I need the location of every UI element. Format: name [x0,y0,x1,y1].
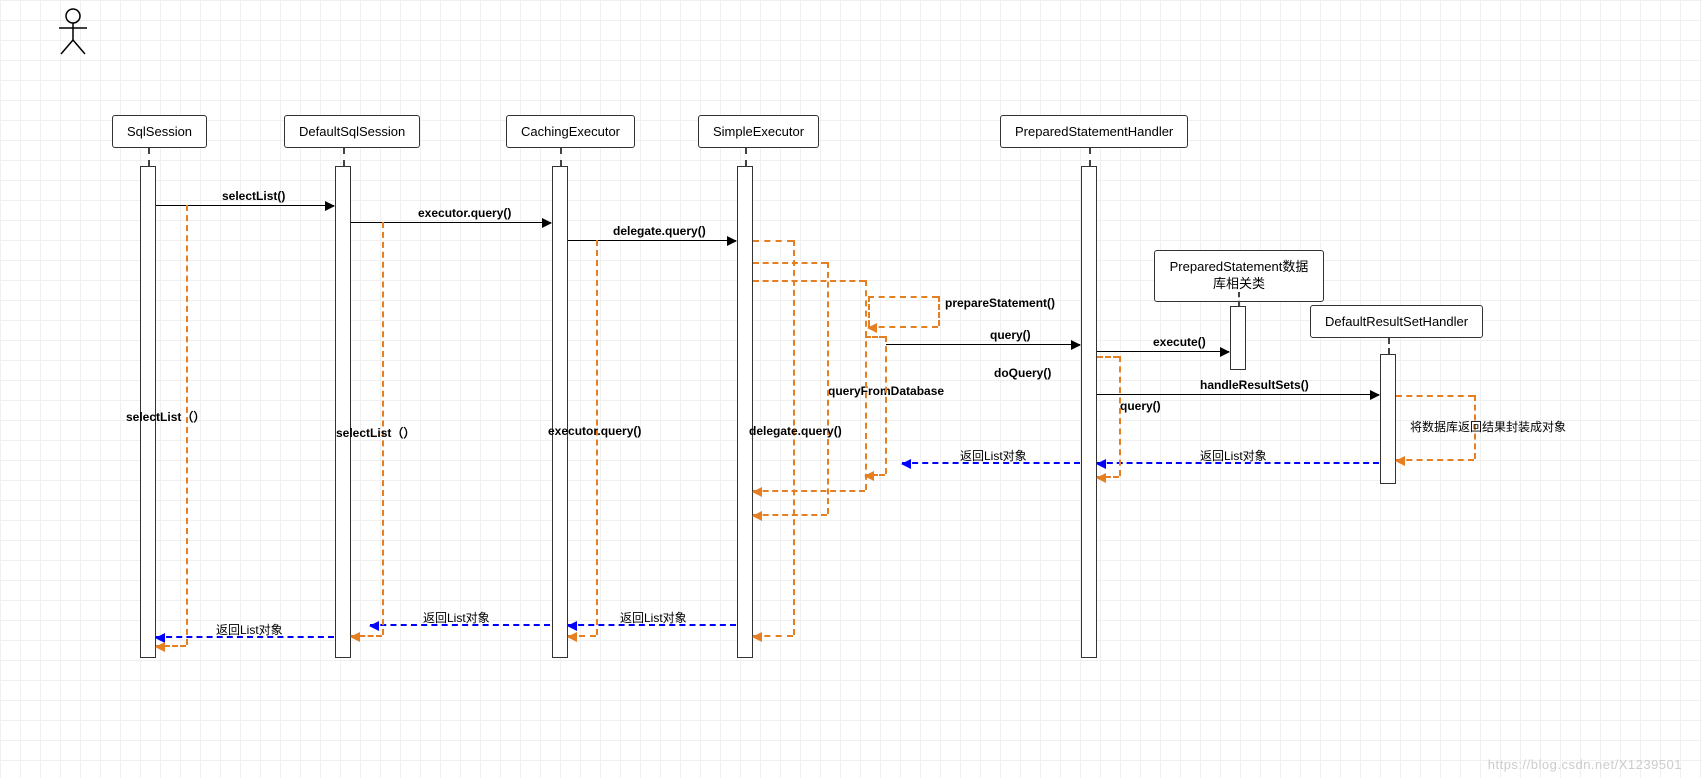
label-selectlist-ret-1: selectList（） [126,408,205,425]
watermark: https://blog.csdn.net/X1239501 [1488,757,1682,772]
activation-simpleexecutor [737,166,753,658]
activation-preparedstatementhandler [1081,166,1097,658]
self-call-right [938,296,940,326]
arrow-selectlist [156,205,334,206]
self-call-top [868,296,938,298]
orange-path [753,490,865,492]
label-return-4: 返回List对象 [423,609,490,626]
self-call-bottom [868,326,938,328]
activation-cachingexecutor [552,166,568,658]
lifeline-sqlsession: SqlSession [112,115,207,148]
label-return-3: 返回List对象 [620,609,687,626]
orange-path [753,635,793,637]
orange-path [865,280,867,490]
orange-path [753,280,865,282]
arrow-execute [1097,351,1229,352]
arrow-executorquery [351,222,551,223]
label-delegatequery: delegate.query() [613,224,706,238]
orange-path [827,262,829,514]
lifeline-defaultresultsethandler: DefaultResultSetHandler [1310,305,1483,338]
orange-path [865,474,885,476]
lifeline-dash [745,148,747,166]
orange-path [753,262,827,264]
label-executorquery: executor.query() [418,206,511,220]
result-wrap-bottom [1396,459,1474,461]
arrow-handleresultsets [1097,394,1379,395]
orange-path [351,635,382,637]
label-handleresultsets: handleResultSets() [1200,378,1309,392]
label-delegatequery-ret: delegate.query() [749,424,842,438]
label-doquery: doQuery() [994,366,1051,380]
label-return-1: 返回List对象 [1200,447,1267,464]
activation-defaultsqlsession [335,166,351,658]
activation-defaultresultsethandler [1380,354,1396,484]
lifeline-dash [1388,338,1390,354]
lifeline-dash [1089,148,1091,166]
orange-path [1097,476,1119,478]
lifeline-dash [560,148,562,166]
label-resultwrap: 将数据库返回结果封装成对象 [1410,418,1566,435]
orange-path [156,645,186,647]
orange-path [753,514,827,516]
lifeline-dash [1238,292,1240,306]
orange-path [753,240,793,242]
label-query-ret: query() [1120,399,1161,413]
actor-icon [55,8,91,58]
lifeline-defaultsqlsession: DefaultSqlSession [284,115,420,148]
orange-path [186,205,188,645]
label-executorquery-ret: executor.query() [548,424,641,438]
orange-path [885,336,887,474]
label-selectlist: selectList() [222,189,285,203]
label-execute: execute() [1153,335,1206,349]
arrow-delegatequery [568,240,736,241]
activation-preparedstatement [1230,306,1246,370]
label-selectlist-ret-2: selectList（） [336,424,415,441]
lifeline-simpleexecutor: SimpleExecutor [698,115,819,148]
label-return-2: 返回List对象 [960,447,1027,464]
arrow-query [886,344,1080,345]
self-call-left [868,296,870,326]
label-preparestatement: prepareStatement() [945,296,1055,310]
lifeline-preparedstatementhandler: PreparedStatementHandler [1000,115,1188,148]
orange-path [865,336,885,338]
orange-path [1097,356,1119,358]
orange-path [1119,356,1121,476]
lifeline-dash [148,148,150,166]
orange-path [568,635,596,637]
result-wrap-top [1396,395,1474,397]
lifeline-cachingexecutor: CachingExecutor [506,115,635,148]
label-return-5: 返回List对象 [216,621,283,638]
label-query: query() [990,328,1031,342]
lifeline-dash [343,148,345,166]
